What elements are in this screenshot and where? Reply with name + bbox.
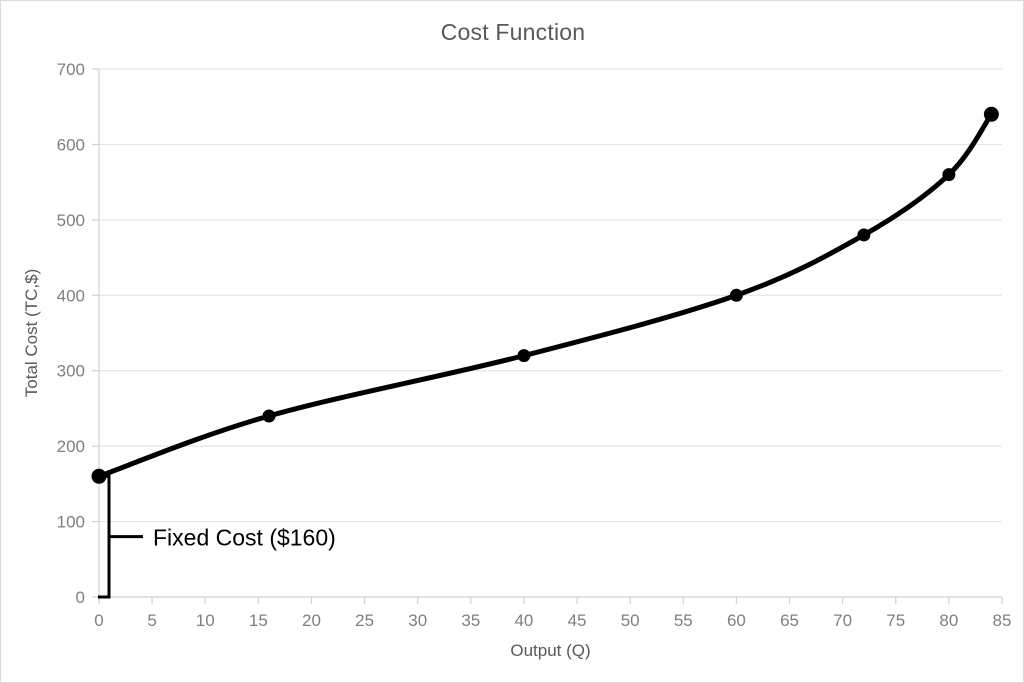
x-tick-label: 0 — [94, 611, 103, 630]
y-tick-label: 700 — [57, 60, 85, 79]
x-tick-label: 55 — [674, 611, 693, 630]
x-tick-label: 10 — [196, 611, 215, 630]
x-tick-label: 5 — [147, 611, 156, 630]
x-tick-label: 65 — [780, 611, 799, 630]
y-axis: 0 100 200 300 400 500 600 700 — [57, 60, 100, 607]
x-tick-label: 30 — [408, 611, 427, 630]
y-tick-label: 400 — [57, 286, 85, 305]
x-tick-label: 25 — [355, 611, 374, 630]
gridlines — [99, 68, 1002, 523]
x-tick-label: 75 — [886, 611, 905, 630]
data-point-marker — [729, 288, 743, 302]
data-point-marker — [262, 409, 276, 423]
chart-container: Cost Function 0 100 200 300 400 500 600 700 051… — [0, 0, 1024, 683]
x-tick-label: 40 — [514, 611, 533, 630]
data-point-marker — [942, 168, 956, 182]
y-axis-title: Total Cost (TC,$) — [22, 269, 41, 397]
fixed-cost-label: Fixed Cost ($160) — [153, 525, 336, 551]
x-axis: 0 5 10 15 20 25 30 35 40 45 50 55 60 65 70 75 80 85 — [94, 596, 1012, 630]
chart-plot-area: 0 100 200 300 400 500 600 700 0 5 10 15 20 25 30 35 40 4… — [22, 60, 1012, 660]
y-tick-label: 500 — [57, 211, 85, 230]
y-tick-label: 600 — [57, 135, 85, 154]
x-tick-label: 45 — [568, 611, 587, 630]
x-tick-label: 85 — [993, 611, 1012, 630]
data-point-marker — [517, 349, 531, 363]
x-tick-label: 15 — [249, 611, 268, 630]
y-tick-label: 100 — [57, 513, 85, 532]
annotation-fixed-cost: Fixed Cost ($160) — [98, 474, 336, 599]
x-tick-label: 50 — [621, 611, 640, 630]
x-tick-label: 60 — [727, 611, 746, 630]
data-point-marker — [857, 228, 871, 242]
y-tick-label: 200 — [57, 437, 85, 456]
data-point-marker — [983, 106, 999, 122]
x-tick-label: 70 — [833, 611, 852, 630]
x-tick-label: 80 — [939, 611, 958, 630]
x-tick-label: 35 — [461, 611, 480, 630]
fixed-cost-brace — [98, 474, 143, 599]
x-axis-title: Output (Q) — [510, 641, 590, 660]
y-tick-label: 0 — [76, 588, 85, 607]
x-tick-label: 20 — [302, 611, 321, 630]
y-tick-label: 300 — [57, 362, 85, 381]
